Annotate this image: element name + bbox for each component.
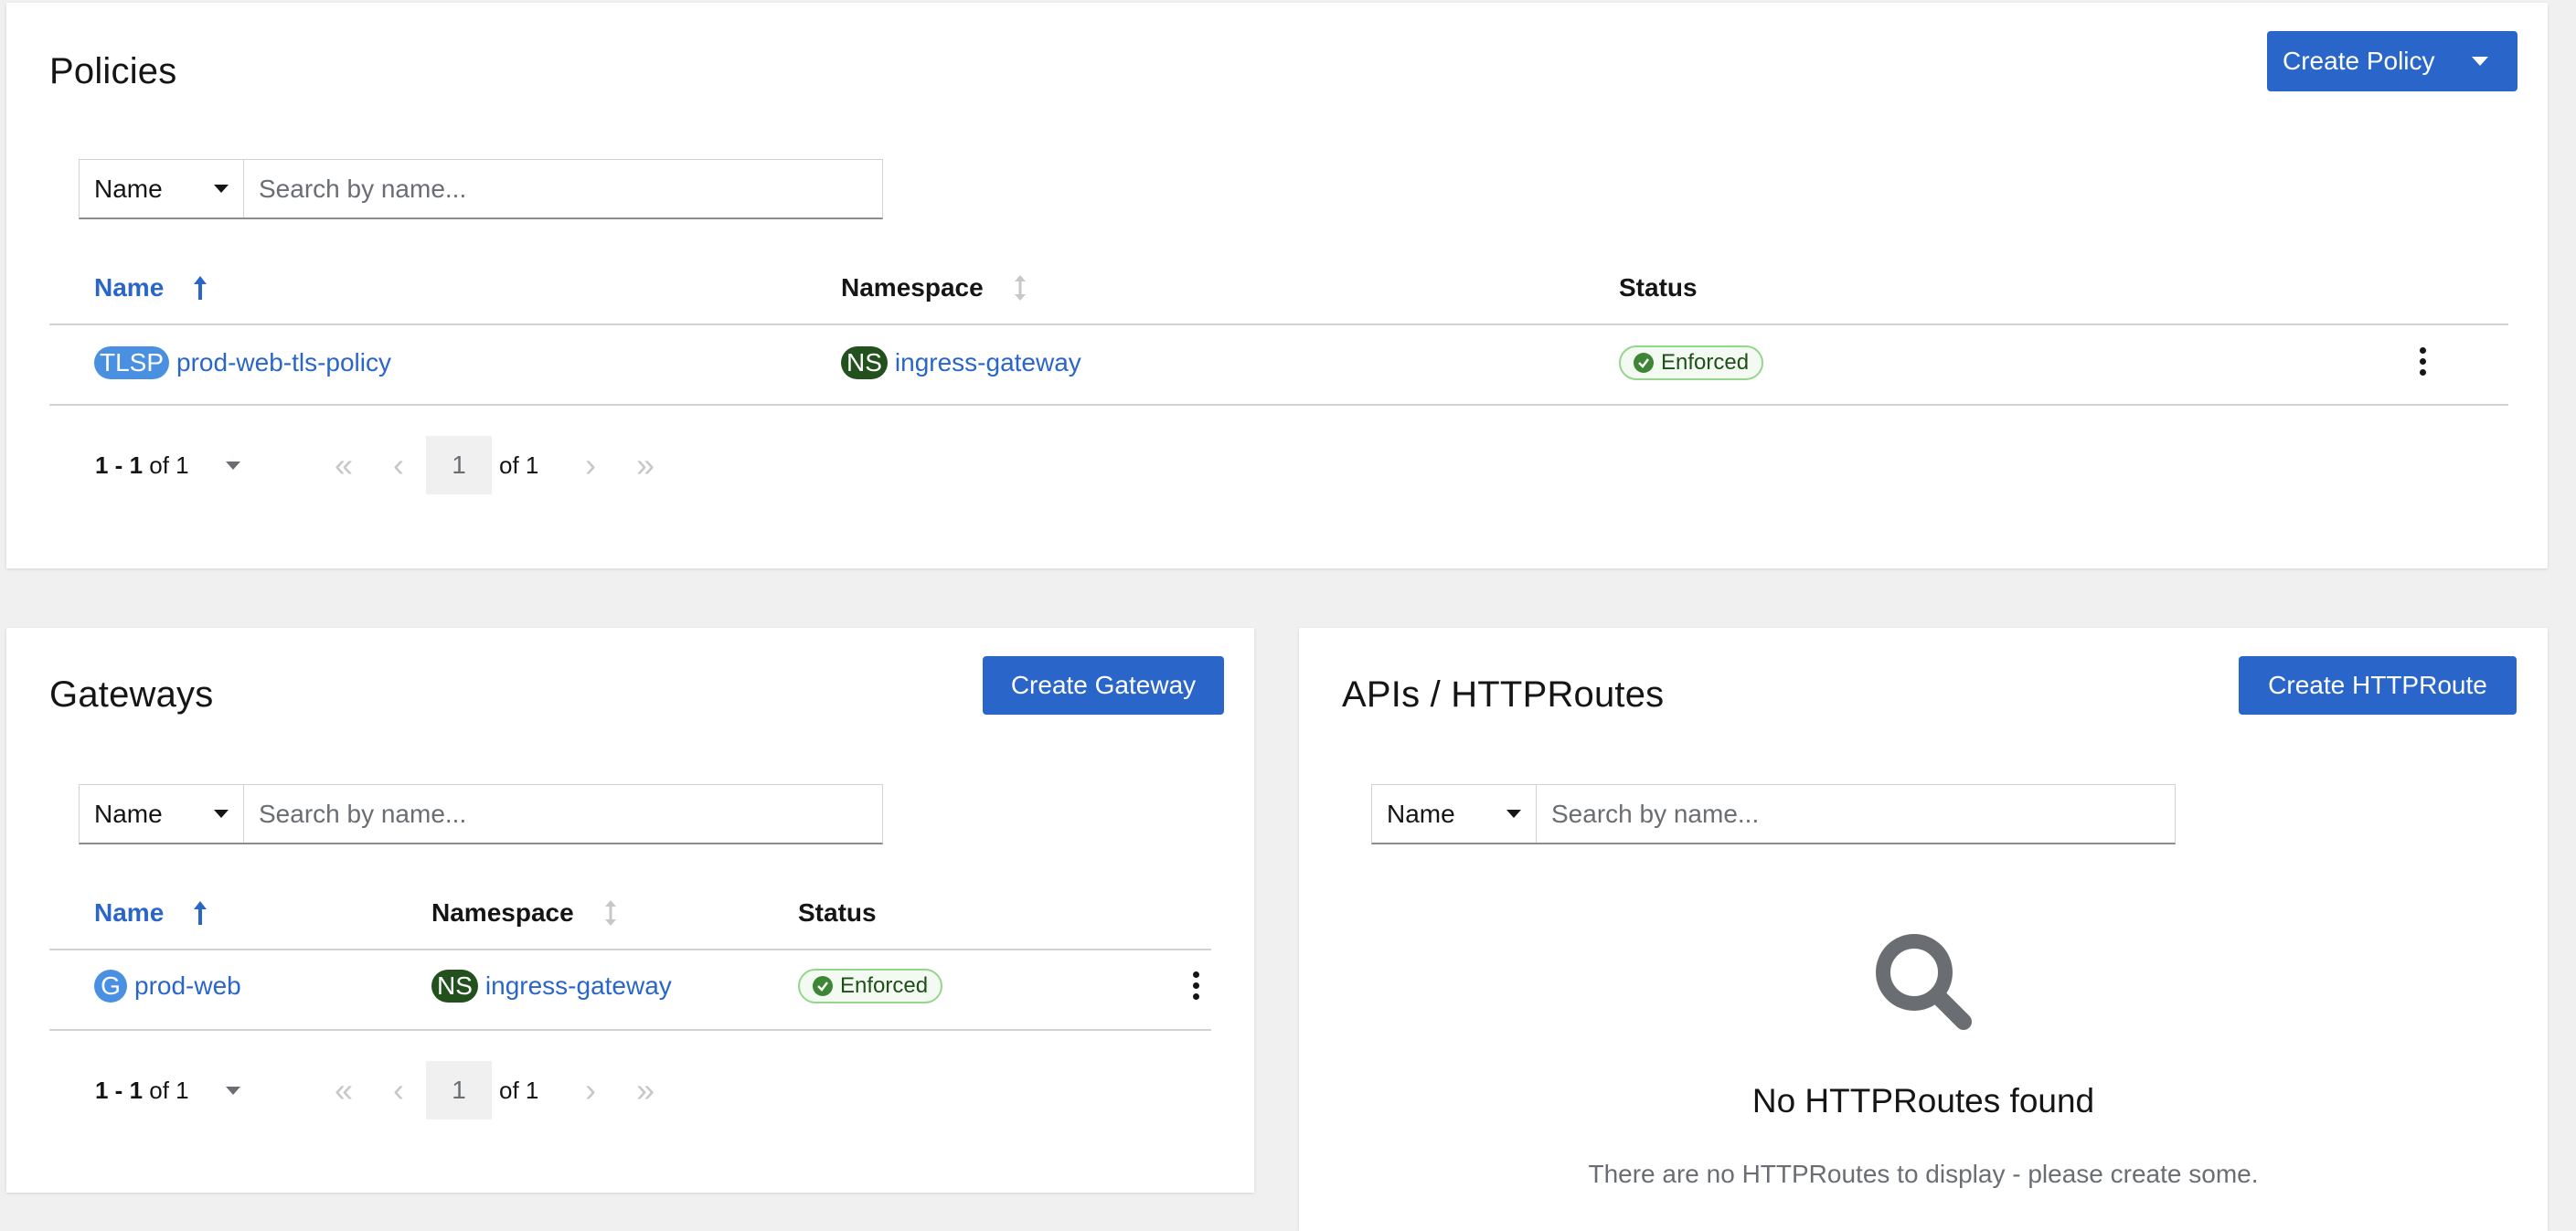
- policies-col-name[interactable]: Name: [94, 273, 209, 302]
- policy-name-link[interactable]: prod-web-tls-policy: [176, 348, 391, 377]
- col-name-label: Name: [94, 273, 165, 302]
- col-namespace-label: Namespace: [431, 898, 574, 927]
- policies-col-namespace[interactable]: Namespace: [841, 273, 1029, 302]
- page-of-text: of 1: [499, 451, 539, 479]
- pagination-total: of 1: [149, 1076, 189, 1104]
- per-page-toggle[interactable]: 1 - 1 of 1: [79, 451, 316, 480]
- filter-select-value: Name: [94, 799, 163, 828]
- gateway-name-link[interactable]: prod-web: [134, 971, 241, 1001]
- gateways-col-name[interactable]: Name: [94, 898, 209, 928]
- row-actions-kebab-icon[interactable]: [1191, 971, 1200, 1000]
- create-policy-label: Create Policy: [2283, 47, 2435, 75]
- table-row-divider: [49, 404, 2508, 406]
- status-badge: Enforced: [798, 969, 943, 1003]
- per-page-toggle[interactable]: 1 - 1 of 1: [79, 1077, 316, 1105]
- policy-namespace-link[interactable]: ingress-gateway: [895, 348, 1081, 377]
- empty-state-body: There are no HTTPRoutes to display - ple…: [1588, 1160, 2259, 1188]
- httproutes-filter-toolbar: Name: [1371, 784, 2176, 844]
- gateways-filter-toolbar: Name: [79, 784, 883, 844]
- gateways-search-input[interactable]: [244, 785, 882, 843]
- gateways-col-namespace[interactable]: Namespace: [431, 898, 620, 928]
- policies-title: Policies: [49, 51, 177, 91]
- col-status-label: Status: [798, 898, 877, 927]
- col-namespace-label: Namespace: [841, 273, 984, 302]
- search-icon: [1876, 934, 1972, 1030]
- next-page-icon[interactable]: ›: [563, 446, 618, 484]
- gateways-title: Gateways: [49, 674, 214, 715]
- caret-down-icon: [225, 1086, 240, 1095]
- policies-col-status: Status: [1619, 273, 1698, 302]
- filter-select-value: Name: [1387, 799, 1455, 828]
- policies-filter-toolbar: Name: [79, 159, 883, 219]
- prev-page-icon[interactable]: ‹: [371, 1071, 426, 1109]
- gateway-kind-badge: G: [94, 970, 127, 1003]
- pagination-total: of 1: [149, 451, 189, 479]
- page-number-input[interactable]: 1: [426, 436, 492, 494]
- filter-select-value: Name: [94, 174, 163, 203]
- create-policy-button[interactable]: Create Policy: [2267, 31, 2517, 91]
- policy-namespace-cell: NS ingress-gateway: [841, 343, 1081, 383]
- last-page-icon[interactable]: »: [618, 1071, 673, 1109]
- table-header-divider: [49, 324, 2508, 325]
- first-page-icon[interactable]: «: [316, 1071, 371, 1109]
- pagination-range: 1 - 1: [95, 451, 144, 479]
- row-actions-kebab-icon[interactable]: [2418, 347, 2427, 376]
- check-circle-icon: [813, 976, 833, 996]
- sort-ascending-icon: [194, 901, 208, 925]
- gateway-status-cell: Enforced: [798, 968, 943, 1004]
- table-row-divider: [49, 1029, 1211, 1031]
- first-page-icon[interactable]: «: [316, 446, 371, 484]
- policy-status-cell: Enforced: [1619, 345, 1764, 381]
- namespace-badge: NS: [431, 970, 478, 1003]
- status-text: Enforced: [840, 973, 929, 998]
- caret-down-icon: [225, 461, 240, 470]
- caret-down-icon: [1506, 810, 1521, 818]
- pagination-range: 1 - 1: [95, 1076, 144, 1104]
- prev-page-icon[interactable]: ‹: [371, 446, 426, 484]
- sort-icon: [604, 900, 616, 926]
- policy-kind-badge: TLSP: [94, 346, 170, 379]
- httproutes-card: APIs / HTTPRoutes Create HTTPRoute Name …: [1299, 628, 2548, 1231]
- caret-down-icon: [214, 810, 229, 818]
- last-page-icon[interactable]: »: [618, 446, 673, 484]
- page-of-text: of 1: [499, 1076, 539, 1104]
- status-badge: Enforced: [1619, 345, 1764, 380]
- gateways-filter-select[interactable]: Name: [80, 785, 244, 843]
- check-circle-icon: [1634, 353, 1654, 373]
- policies-card: Policies Create Policy Name Name Namespa…: [6, 3, 2548, 568]
- page-number-input[interactable]: 1: [426, 1061, 492, 1120]
- policies-filter-select[interactable]: Name: [80, 160, 244, 218]
- sort-icon: [1014, 275, 1026, 301]
- policy-name-cell: TLSP prod-web-tls-policy: [94, 343, 391, 383]
- policies-pagination: 1 - 1 of 1 « ‹ 1 of 1 › »: [79, 436, 673, 494]
- next-page-icon[interactable]: ›: [563, 1071, 618, 1109]
- empty-state-title: No HTTPRoutes found: [1751, 1082, 2095, 1120]
- gateway-name-cell: G prod-web: [94, 966, 241, 1006]
- policies-search-input[interactable]: [244, 160, 882, 218]
- caret-down-icon: [214, 185, 229, 193]
- namespace-badge: NS: [841, 346, 888, 379]
- gateway-namespace-link[interactable]: ingress-gateway: [485, 971, 672, 1001]
- httproutes-title: APIs / HTTPRoutes: [1342, 674, 1665, 715]
- create-gateway-button[interactable]: Create Gateway: [983, 656, 1224, 715]
- gateways-col-status: Status: [798, 898, 877, 928]
- sort-ascending-icon: [194, 276, 208, 300]
- httproutes-search-input[interactable]: [1537, 785, 2175, 843]
- table-header-divider: [49, 949, 1211, 950]
- create-httproute-button[interactable]: Create HTTPRoute: [2239, 656, 2517, 715]
- httproutes-filter-select[interactable]: Name: [1372, 785, 1537, 843]
- status-text: Enforced: [1661, 350, 1750, 375]
- col-name-label: Name: [94, 898, 165, 927]
- chevron-down-icon[interactable]: [2471, 57, 2488, 66]
- gateways-pagination: 1 - 1 of 1 « ‹ 1 of 1 › »: [79, 1061, 673, 1120]
- gateway-namespace-cell: NS ingress-gateway: [431, 966, 672, 1006]
- col-status-label: Status: [1619, 273, 1698, 302]
- gateways-card: Gateways Create Gateway Name Name Namesp…: [6, 628, 1254, 1193]
